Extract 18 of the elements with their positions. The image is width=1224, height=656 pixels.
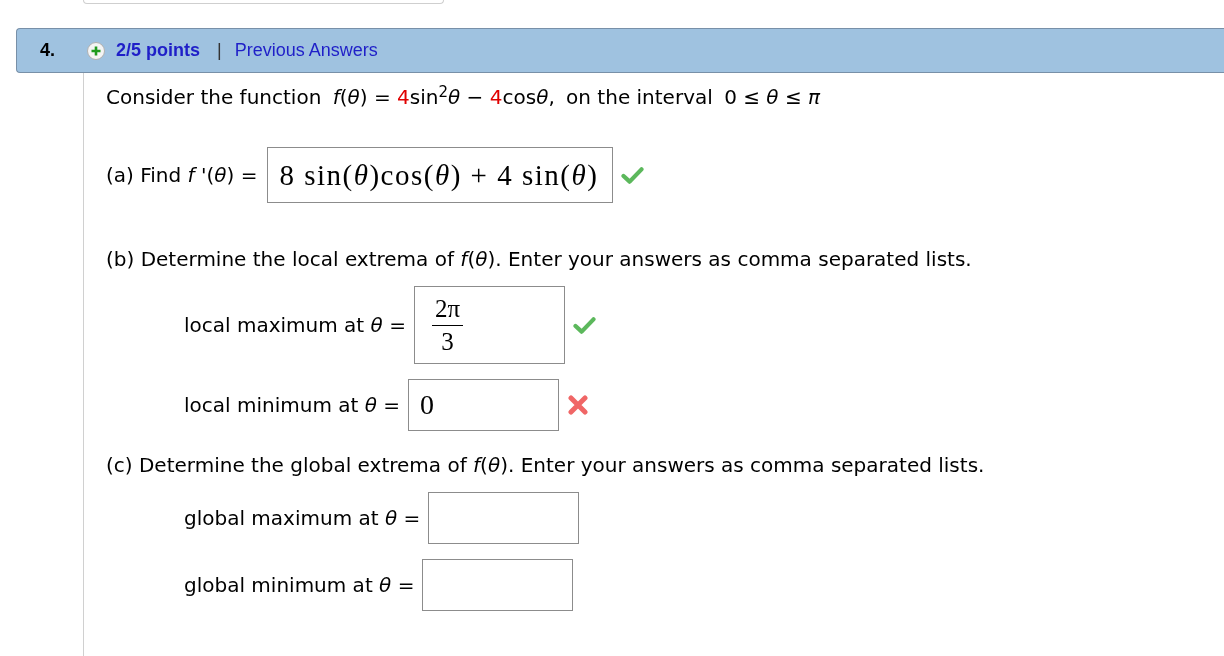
answer-field[interactable] [428, 492, 580, 544]
plus-icon[interactable] [87, 41, 105, 60]
points-text: 2/5 points [116, 39, 201, 62]
part-instructions: (c) Determine the global extrema of f(θ). Enter your answers as comma separated lists. [106, 453, 985, 477]
answer-field[interactable]: 2π 3 [413, 286, 565, 364]
separator: | [217, 39, 222, 62]
part-instructions: (b) Determine the local extrema of f(θ). Enter your answers as comma separated lists. [106, 247, 972, 271]
question-number: 4. [40, 39, 55, 62]
answer-label: local minimum at θ = [184, 393, 401, 417]
answer-field[interactable] [422, 559, 574, 611]
answer-field[interactable]: 8 sin(θ)cos(θ) + 4 sin(θ) [267, 147, 614, 203]
previous-answers-link[interactable]: Previous Answers [234, 37, 378, 64]
answer-label: global maximum at θ = [184, 506, 421, 530]
answer-label: local maximum at θ = [184, 313, 406, 337]
question-text: Consider the function f(θ) = 4sin$^{2}$θ − 4cosθ, on the interval 0 ≤ θ ≤ π [106, 85, 821, 109]
part-label: (a) Find f '(θ) = [106, 163, 258, 187]
answer-field[interactable]: 0 [408, 379, 560, 431]
answer-label: global minimum at θ = [184, 573, 415, 597]
